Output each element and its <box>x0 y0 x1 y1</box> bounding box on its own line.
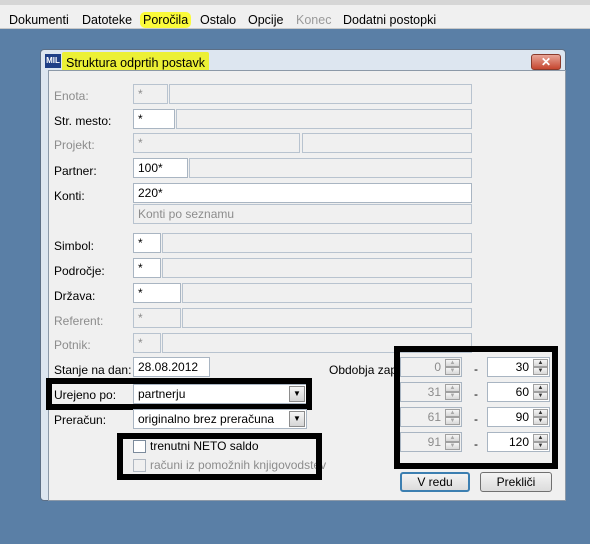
menu-konec[interactable]: Konec <box>296 12 331 28</box>
enota-label: Enota: <box>54 89 89 103</box>
chevron-down-icon[interactable]: ▼ <box>289 411 305 427</box>
close-button[interactable]: ✕ <box>531 54 561 70</box>
menu-dodatni-postopki[interactable]: Dodatni postopki <box>343 12 436 28</box>
drzava-code-field[interactable]: * <box>133 283 181 303</box>
preracun-value: originalno brez preračuna <box>138 412 275 426</box>
konti-label: Konti: <box>54 189 85 203</box>
referent-name-field <box>182 308 472 328</box>
top-strip <box>0 0 590 5</box>
partner-label: Partner: <box>54 164 97 178</box>
menu-ostalo[interactable]: Ostalo <box>200 12 236 28</box>
simbol-code-field[interactable]: * <box>133 233 161 253</box>
partner-name-field <box>189 158 472 178</box>
drzava-label: Država: <box>54 289 96 303</box>
referent-code-field: * <box>133 308 181 328</box>
stanje-na-dan-field[interactable]: 28.08.2012 <box>133 357 210 377</box>
potnik-label: Potnik: <box>54 338 91 352</box>
obdobja-label: Obdobja zap.: <box>329 363 404 377</box>
menu-porocila[interactable]: Poročila <box>140 12 192 28</box>
str-mesto-name-field <box>176 109 472 129</box>
podrocje-name-field <box>162 258 472 278</box>
annotation-box-checkboxes <box>117 433 322 480</box>
enota-name-field <box>169 84 472 104</box>
projekt-name-field <box>302 133 472 153</box>
projekt-code-field: * <box>133 133 300 153</box>
menu-dokumenti[interactable]: Dokumenti <box>9 12 69 28</box>
preracun-select[interactable]: originalno brez preračuna ▼ <box>133 409 307 429</box>
cancel-button[interactable]: Prekliči <box>480 472 552 492</box>
annotation-box-urejeno <box>46 378 312 410</box>
simbol-label: Simbol: <box>54 239 95 253</box>
str-mesto-label: Str. mesto: <box>54 114 112 128</box>
annotation-box-obdobja <box>394 346 558 469</box>
menu-opcije[interactable]: Opcije <box>248 12 283 28</box>
preracun-label: Preračun: <box>54 413 107 427</box>
ok-button[interactable]: V redu <box>400 472 470 492</box>
stanje-na-dan-label: Stanje na dan: <box>54 363 132 377</box>
podrocje-code-field[interactable]: * <box>133 258 161 278</box>
konti-field[interactable]: 220* <box>133 183 472 203</box>
konti-description-field: Konti po seznamu <box>133 204 472 224</box>
podrocje-label: Področje: <box>54 264 105 278</box>
projekt-label: Projekt: <box>54 138 95 152</box>
simbol-name-field <box>162 233 472 253</box>
enota-code-field: * <box>133 84 168 104</box>
partner-code-field[interactable]: 100* <box>133 158 188 178</box>
potnik-code-field: * <box>133 333 161 353</box>
drzava-name-field <box>182 283 472 303</box>
str-mesto-code-field[interactable]: * <box>133 109 175 129</box>
referent-label: Referent: <box>54 314 104 328</box>
app-logo-icon: MIL <box>45 54 61 68</box>
menu-datoteke[interactable]: Datoteke <box>82 12 132 28</box>
